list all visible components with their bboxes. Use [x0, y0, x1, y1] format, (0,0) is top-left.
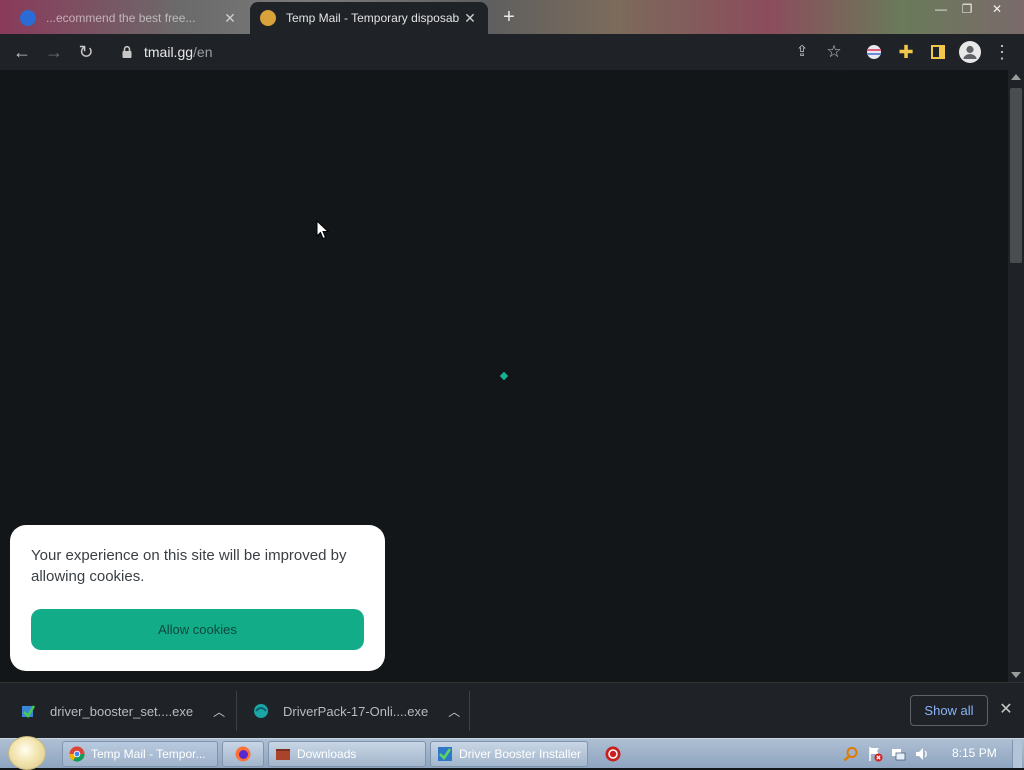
show-desktop-button[interactable] [1012, 740, 1022, 768]
loading-spinner-icon [499, 371, 509, 381]
restore-icon[interactable]: ❐ [954, 1, 980, 17]
divider [469, 691, 470, 731]
volume-icon[interactable] [914, 746, 930, 762]
url-host: tmail.gg [144, 44, 194, 60]
driverpack-file-icon [254, 704, 268, 718]
close-shelf-icon[interactable]: ✕ [998, 701, 1014, 719]
reload-icon[interactable]: ↻ [74, 40, 98, 64]
taskbar-button-downloads[interactable]: Downloads [268, 741, 426, 767]
extension-flag-icon[interactable] [862, 40, 886, 64]
scroll-up-arrow-icon[interactable] [1011, 74, 1021, 80]
tab-close-icon[interactable]: ✕ [222, 10, 238, 27]
tab-title: Temp Mail - Temporary disposab [286, 11, 460, 25]
side-panel-icon[interactable] [926, 40, 950, 64]
new-tab-icon[interactable]: + [498, 6, 520, 28]
browser-toolbar: ← → ↻ tmail.gg /en ⇪ ☆ ✚ ⋮ [0, 34, 1024, 70]
tab-title: ...ecommend the best free... [46, 11, 196, 25]
bookmark-star-icon[interactable]: ☆ [822, 40, 846, 64]
cookie-message: Your experience on this site will be imp… [31, 547, 347, 585]
security-app-icon[interactable] [605, 746, 621, 762]
page-content: Your experience on this site will be imp… [0, 70, 1008, 682]
chevron-up-icon[interactable]: ︿ [213, 703, 225, 720]
flag-alert-icon[interactable] [867, 746, 883, 762]
tab-close-icon[interactable]: ✕ [462, 10, 478, 27]
profile-avatar-icon[interactable] [958, 40, 982, 64]
taskbar-button-label: Driver Booster Installer [459, 747, 582, 761]
extensions-puzzle-icon[interactable]: ✚ [894, 40, 918, 64]
os-taskbar: Temp Mail - Tempor... Downloads Driver B… [0, 736, 1024, 770]
chrome-icon [69, 746, 85, 762]
tab-inactive[interactable]: ...ecommend the best free... ✕ [10, 2, 248, 34]
network-icon[interactable] [890, 746, 906, 762]
download-filename: driver_booster_set....exe [50, 703, 194, 719]
folder-icon [276, 749, 290, 760]
search-tray-icon[interactable] [843, 746, 859, 762]
firefox-icon [235, 746, 251, 762]
window-close-icon[interactable]: ✕ [984, 1, 1010, 17]
allow-cookies-button[interactable]: Allow cookies [31, 609, 364, 650]
installer-file-icon [22, 705, 36, 719]
address-bar[interactable]: tmail.gg /en [110, 38, 850, 66]
download-item[interactable]: DriverPack-17-Onli....exe ︿ [253, 683, 463, 739]
chevron-up-icon[interactable]: ︿ [448, 703, 460, 720]
system-clock: 8:15 PM [952, 746, 997, 760]
scroll-down-arrow-icon[interactable] [1011, 672, 1021, 678]
back-icon[interactable]: ← [10, 40, 34, 64]
tempmail-favicon-icon [260, 10, 276, 26]
share-icon[interactable]: ⇪ [790, 40, 814, 64]
download-filename: DriverPack-17-Onli....exe [283, 703, 429, 719]
taskbar-button-chrome[interactable]: Temp Mail - Tempor... [62, 741, 218, 767]
lock-icon [122, 45, 132, 58]
mouse-pointer-icon [316, 220, 330, 240]
minimize-icon[interactable]: — [928, 1, 954, 17]
show-all-downloads-button[interactable]: Show all [910, 695, 988, 726]
cookie-consent-banner: Your experience on this site will be imp… [10, 525, 385, 671]
taskbar-button-label: Downloads [297, 747, 357, 761]
start-button-icon[interactable] [8, 736, 46, 770]
download-shelf: driver_booster_set....exe ︿ DriverPack-1… [0, 682, 1024, 738]
taskbar-button-driver-booster[interactable]: Driver Booster Installer [430, 741, 588, 767]
forward-icon[interactable]: → [42, 40, 66, 64]
taskbar-button-label: Temp Mail - Tempor... [91, 747, 206, 761]
taskbar-button-firefox[interactable] [222, 741, 264, 767]
scroll-thumb[interactable] [1010, 88, 1022, 263]
url-path: /en [193, 44, 213, 60]
driver-booster-icon [438, 747, 452, 761]
browser-menu-icon[interactable]: ⋮ [990, 40, 1014, 64]
site-favicon-icon [20, 10, 36, 26]
download-item[interactable]: driver_booster_set....exe ︿ [20, 683, 230, 739]
page-scrollbar[interactable] [1008, 70, 1024, 682]
tab-active[interactable]: Temp Mail - Temporary disposab ✕ [250, 2, 488, 34]
browser-tab-strip: ...ecommend the best free... ✕ Temp Mail… [0, 0, 1024, 34]
divider [236, 691, 237, 731]
